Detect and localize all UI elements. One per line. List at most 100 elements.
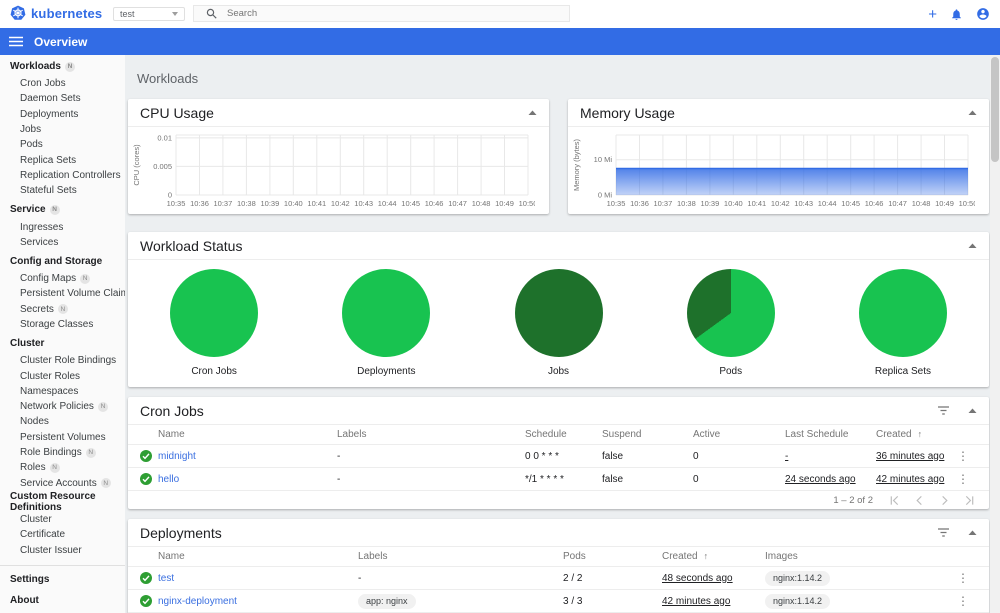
sidebar-item-deployments[interactable]: Deployments: [0, 107, 125, 122]
created-link[interactable]: 42 minutes ago: [876, 474, 949, 485]
sidebar-item-cluster-role-bindings[interactable]: Cluster Role Bindings: [0, 353, 125, 368]
collapse-arrow-icon[interactable]: [968, 408, 977, 413]
svg-text:10:40: 10:40: [724, 199, 743, 208]
sidebar-section-cluster[interactable]: Cluster: [0, 334, 125, 353]
sidebar-item-services[interactable]: Services: [0, 235, 125, 250]
sidebar-item-cluster[interactable]: Cluster: [0, 512, 125, 527]
status-cell: [140, 572, 158, 584]
sidebar-section-workloads[interactable]: Workloads N: [0, 57, 125, 76]
column-header-labels[interactable]: Labels: [337, 429, 525, 440]
search-input[interactable]: [227, 8, 527, 19]
svg-text:10:42: 10:42: [771, 199, 790, 208]
sidebar-item-pods[interactable]: Pods: [0, 137, 125, 152]
user-account-icon[interactable]: [976, 7, 990, 21]
sidebar-item-replica-sets[interactable]: Replica Sets: [0, 152, 125, 167]
resource-name-link[interactable]: midnight: [158, 451, 337, 462]
sidebar-item-cluster-issuer[interactable]: Cluster Issuer: [0, 542, 125, 557]
sidebar-item-persistent-volume-claims[interactable]: Persistent Volume ClaimsN: [0, 286, 125, 301]
created-link[interactable]: 42 minutes ago: [662, 596, 765, 607]
sidebar-item-persistent-volumes[interactable]: Persistent Volumes: [0, 430, 125, 445]
toolbar-title: Overview: [34, 34, 88, 49]
status-ok-icon: [140, 572, 152, 584]
nav-item-label: Storage Classes: [20, 319, 94, 330]
collapse-arrow-icon[interactable]: [968, 243, 977, 248]
sidebar-item-cron-jobs[interactable]: Cron Jobs: [0, 76, 125, 91]
svg-text:10:43: 10:43: [794, 199, 813, 208]
namespace-select[interactable]: test: [113, 7, 185, 21]
sidebar-item-config-maps[interactable]: Config Maps N: [0, 271, 125, 286]
new-badge: N: [100, 478, 111, 489]
kubernetes-logo[interactable]: kubernetes: [10, 5, 102, 21]
column-header-created[interactable]: Created ↑: [662, 551, 765, 562]
last-schedule-link[interactable]: 24 seconds ago: [785, 474, 876, 485]
sidebar-item-cluster-roles[interactable]: Cluster Roles: [0, 368, 125, 383]
sidebar-item-replication-controllers[interactable]: Replication Controllers: [0, 168, 125, 183]
scrollbar-thumb[interactable]: [991, 57, 999, 162]
pie-chart[interactable]: [858, 269, 947, 357]
created-link[interactable]: 48 seconds ago: [662, 573, 765, 584]
row-menu-button[interactable]: ⋮: [949, 473, 977, 485]
svg-text:10:48: 10:48: [472, 199, 491, 208]
last-schedule-link[interactable]: -: [785, 451, 876, 462]
sidebar-item-certificate[interactable]: Certificate: [0, 527, 125, 542]
svg-text:10:50: 10:50: [959, 199, 975, 208]
sidebar-item-service-accounts[interactable]: Service Accounts N: [0, 476, 125, 491]
sidebar-section-custom-resource-definitions[interactable]: Custom Resource Definitions: [0, 491, 125, 513]
sidebar-item-secrets[interactable]: Secrets N: [0, 302, 125, 317]
pie-chart[interactable]: [514, 269, 603, 357]
column-header-last-schedule[interactable]: Last Schedule: [785, 429, 876, 440]
hamburger-menu-icon[interactable]: [9, 36, 23, 47]
sidebar-item-role-bindings[interactable]: Role Bindings N: [0, 445, 125, 460]
column-header-schedule[interactable]: Schedule: [525, 429, 602, 440]
sidebar-section-config-and-storage[interactable]: Config and Storage: [0, 252, 125, 271]
column-header-pods[interactable]: Pods: [563, 551, 662, 562]
sidebar-item-nodes[interactable]: Nodes: [0, 414, 125, 429]
column-header-images[interactable]: Images: [765, 551, 949, 562]
created-link[interactable]: 36 minutes ago: [876, 451, 949, 462]
svg-text:10:35: 10:35: [167, 199, 186, 208]
sidebar-item-ingresses[interactable]: Ingresses: [0, 219, 125, 234]
column-header-name[interactable]: Name: [158, 429, 337, 440]
collapse-arrow-icon[interactable]: [968, 530, 977, 535]
sidebar-item-settings[interactable]: Settings: [0, 569, 125, 590]
svg-text:10:43: 10:43: [354, 199, 373, 208]
column-header-created[interactable]: Created ↑: [876, 429, 949, 440]
first-page-icon[interactable]: [889, 495, 900, 506]
filter-icon[interactable]: [937, 528, 950, 537]
sidebar-item-namespaces[interactable]: Namespaces: [0, 384, 125, 399]
collapse-arrow-icon[interactable]: [968, 110, 977, 115]
column-header-labels[interactable]: Labels: [358, 551, 563, 562]
row-menu-button[interactable]: ⋮: [949, 450, 977, 462]
sidebar-item-roles[interactable]: Roles N: [0, 460, 125, 475]
sidebar-item-about[interactable]: About: [0, 590, 125, 611]
notifications-bell-icon[interactable]: [950, 8, 963, 21]
pie-chart[interactable]: [686, 269, 775, 357]
pie-chart[interactable]: [342, 269, 431, 357]
sidebar-section-service[interactable]: Service N: [0, 200, 125, 219]
column-header-active[interactable]: Active: [693, 429, 785, 440]
sidebar-item-stateful-sets[interactable]: Stateful Sets: [0, 183, 125, 198]
sidebar-item-daemon-sets[interactable]: Daemon Sets: [0, 91, 125, 106]
resource-name-link[interactable]: test: [158, 573, 358, 584]
next-page-icon[interactable]: [939, 495, 950, 506]
previous-page-icon[interactable]: [914, 495, 925, 506]
sidebar-item-storage-classes[interactable]: Storage Classes: [0, 317, 125, 332]
cpu-usage-chart: 10:35 10:36 10:37 10:38 10:39 10:40 10:41 10:42…: [132, 133, 535, 208]
last-page-icon[interactable]: [964, 495, 975, 506]
sidebar-item-network-policies[interactable]: Network Policies N: [0, 399, 125, 414]
row-menu-button[interactable]: ⋮: [949, 572, 977, 584]
collapse-arrow-icon[interactable]: [528, 110, 537, 115]
create-resource-button[interactable]: +: [928, 7, 937, 22]
column-header-suspend[interactable]: Suspend: [602, 429, 693, 440]
svg-text:10 Mi: 10 Mi: [594, 155, 613, 164]
table-header-row: Name Labels Pods Created ↑ Images: [128, 547, 989, 567]
pie-chart[interactable]: [170, 269, 259, 357]
vertical-scrollbar[interactable]: [990, 55, 1000, 613]
svg-text:10:38: 10:38: [237, 199, 256, 208]
filter-icon[interactable]: [937, 406, 950, 415]
sidebar-item-jobs[interactable]: Jobs: [0, 122, 125, 137]
row-menu-button[interactable]: ⋮: [949, 595, 977, 607]
column-header-name[interactable]: Name: [158, 551, 358, 562]
resource-name-link[interactable]: hello: [158, 474, 337, 485]
resource-name-link[interactable]: nginx-deployment: [158, 596, 358, 607]
